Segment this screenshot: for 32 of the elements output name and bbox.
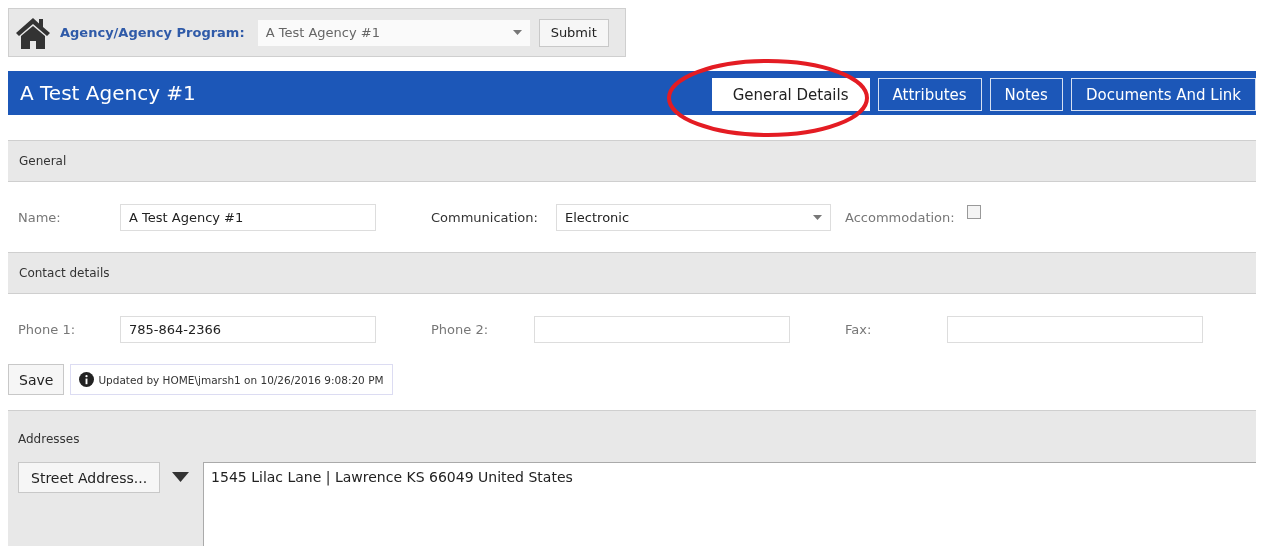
- tab[interactable]: Attributes: [877, 78, 982, 111]
- address-field[interactable]: 1545 Lilac Lane | Lawrence KS 66049 United States: [203, 462, 1256, 546]
- tab[interactable]: Notes: [989, 78, 1063, 111]
- section-title: General: [19, 154, 67, 168]
- caret-icon[interactable]: [172, 472, 190, 482]
- field-label: Accommodation:: [845, 210, 956, 225]
- dropdown-field[interactable]: Electronic: [556, 204, 831, 231]
- agency-title: A Test Agency #1: [19, 81, 197, 105]
- dropdown-arrow-icon: [813, 215, 822, 220]
- field-label: Phone 2:: [431, 322, 490, 337]
- field-label: Name:: [18, 210, 62, 225]
- text-field[interactable]: 785-864-2366: [120, 316, 376, 343]
- info-icon: [79, 372, 95, 387]
- submit-button[interactable]: Submit: [538, 18, 609, 47]
- text-field[interactable]: [947, 316, 1203, 343]
- tab[interactable]: Documents And Link: [1070, 78, 1256, 111]
- tab[interactable]: General Details: [711, 78, 870, 111]
- text-field[interactable]: A Test Agency #1: [120, 204, 376, 231]
- update-text: Updated by HOME\jmarsh1 on 10/26/2016 9:08:20 PM: [98, 373, 384, 386]
- dropdown-arrow-icon: [512, 30, 522, 35]
- section-title: Contact details: [19, 266, 110, 280]
- field-label: Phone 1:: [18, 322, 77, 337]
- address-type-button[interactable]: Street Address...: [18, 462, 161, 493]
- save-button[interactable]: Save: [8, 364, 65, 395]
- program-dropdown[interactable]: A Test Agency #1: [257, 19, 530, 46]
- checkbox[interactable]: [967, 205, 981, 219]
- field-label: Fax:: [845, 322, 873, 337]
- text-field[interactable]: [534, 316, 790, 343]
- section-title: Addresses: [18, 432, 80, 446]
- home-icon[interactable]: [15, 15, 51, 50]
- program-label: Agency/Agency Program:: [60, 25, 245, 40]
- field-label: Communication:: [431, 210, 539, 225]
